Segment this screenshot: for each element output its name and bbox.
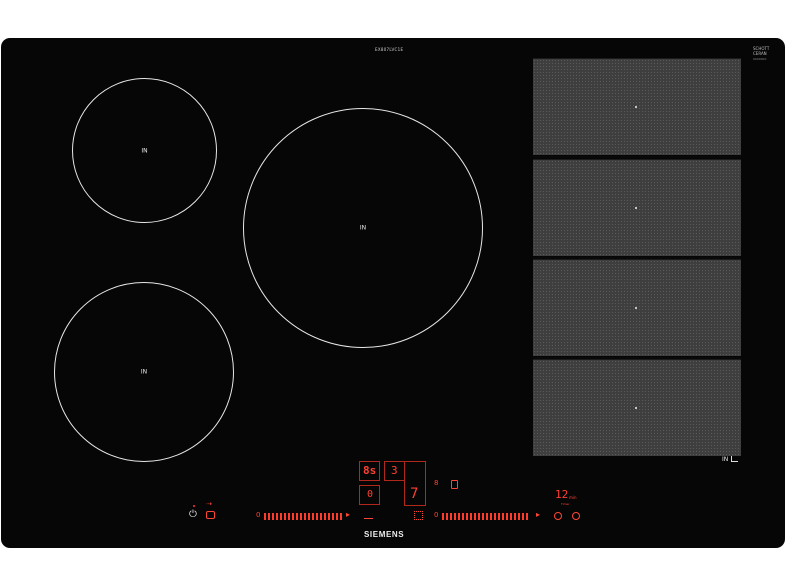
minute-timer-sub: Timer (561, 502, 570, 506)
left-slider-boost[interactable]: ▸ (346, 510, 350, 519)
power-button[interactable]: ⏻ (189, 509, 197, 520)
move-function-icon[interactable] (364, 513, 373, 519)
minute-timer-unit: min (569, 495, 577, 500)
schott-ceran-logo: SCHOTT CERAN 0000000 (753, 46, 770, 61)
zone-rear-left[interactable]: IN (72, 78, 217, 223)
left-power-slider[interactable] (264, 513, 344, 520)
flex-pad-1[interactable] (533, 58, 741, 158)
zone-rear-left-label: IN (141, 147, 148, 154)
pad-center-marker (635, 407, 637, 409)
left-slider-min[interactable]: 0 (256, 511, 260, 519)
pad-center-marker (635, 207, 637, 209)
flex-zone-icon (731, 456, 739, 462)
bar-indicator: 8 (434, 479, 439, 487)
zone-level-display-mid[interactable]: 0 (359, 485, 380, 505)
pad-center-marker (635, 307, 637, 309)
hint-arrow-icon: ⇢ (206, 500, 212, 508)
zone-level-display-tall[interactable]: 7 (404, 461, 426, 506)
minute-timer-display: 12 (555, 488, 569, 501)
zone-center-large[interactable]: IN (243, 108, 483, 348)
zone-front-left[interactable]: IN (54, 282, 234, 462)
flex-pad-3[interactable] (533, 259, 741, 359)
flex-induction-area (533, 58, 741, 460)
clock-icon[interactable] (572, 512, 580, 520)
flex-pad-2[interactable] (533, 159, 741, 259)
lock-icon[interactable] (451, 480, 458, 489)
right-power-slider[interactable] (442, 513, 532, 520)
wipe-protect-icon[interactable] (206, 511, 215, 519)
siemens-logo: SIEMENS (364, 530, 405, 539)
right-slider-min[interactable]: 0 (434, 511, 438, 519)
zone-front-left-label: IN (140, 368, 148, 376)
timer-icon[interactable] (554, 512, 562, 520)
zone-center-large-label: IN (359, 224, 367, 232)
pad-center-marker (635, 106, 637, 108)
flex-mode-icon[interactable] (414, 511, 423, 520)
timer-display: 8s (363, 464, 377, 477)
flex-pad-4[interactable] (533, 359, 741, 456)
flex-zone-label: IN (722, 456, 739, 463)
power-indicator-dot (193, 505, 195, 507)
timer-display-frame[interactable]: 8s (359, 461, 380, 481)
model-number: EX807LVC1E (375, 47, 404, 52)
right-slider-boost[interactable]: ▸ (536, 510, 540, 519)
zone-level-display-top[interactable]: 3 (384, 461, 405, 481)
